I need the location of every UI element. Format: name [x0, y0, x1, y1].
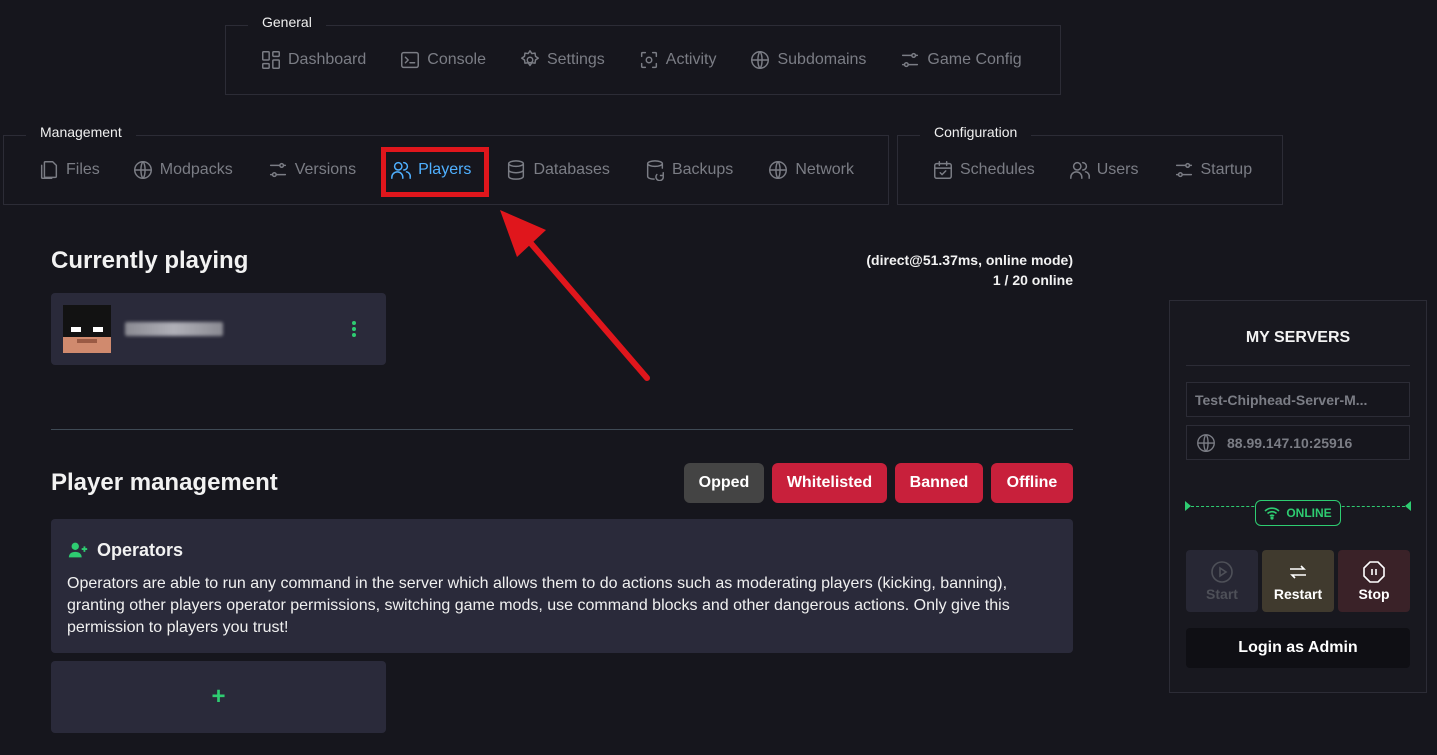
- my-servers-panel: MY SERVERS Test-Chiphead-Server-M... 88.…: [1169, 300, 1427, 693]
- avatar: [63, 305, 111, 353]
- currently-playing-title: Currently playing: [51, 247, 249, 274]
- nav-group-management-legend: Management: [26, 120, 136, 144]
- nav-item-schedules-label: Schedules: [960, 161, 1035, 178]
- nav-item-startup-label: Startup: [1200, 161, 1253, 178]
- more-options-icon[interactable]: [352, 321, 356, 337]
- stop-icon: [1363, 561, 1385, 583]
- restart-label: Restart: [1273, 586, 1323, 602]
- globe-icon: [1197, 433, 1215, 452]
- start-label: Start: [1206, 586, 1238, 602]
- start-button[interactable]: Start: [1186, 550, 1258, 612]
- player-name-redacted: [125, 322, 223, 336]
- console-icon: [401, 51, 420, 69]
- operators-heading: Operators: [67, 539, 1057, 561]
- restart-icon: [1290, 565, 1306, 579]
- nav-item-backups[interactable]: Backups: [644, 159, 733, 181]
- dashboard-icon: [262, 51, 280, 69]
- server-name-field[interactable]: Test-Chiphead-Server-M...: [1186, 382, 1410, 417]
- nav-item-console-label: Console: [427, 51, 486, 68]
- calendar-icon: [934, 161, 952, 179]
- player-management-title: Player management: [51, 469, 278, 496]
- connection-info: (direct@51.37ms, online mode): [866, 252, 1073, 268]
- nav-item-game-config[interactable]: Game Config: [899, 49, 1022, 71]
- nav-item-versions-label: Versions: [294, 161, 357, 178]
- stop-label: Stop: [1358, 586, 1390, 602]
- nav-item-dashboard-label: Dashboard: [288, 51, 367, 68]
- globe-icon: [769, 161, 788, 179]
- operators-title: Operators: [97, 539, 184, 560]
- nav-item-modpacks[interactable]: Modpacks: [132, 159, 233, 181]
- operators-card: Operators Operators are able to run any …: [51, 519, 1073, 653]
- filter-banned-button[interactable]: Banned: [895, 463, 983, 503]
- nav-group-configuration-legend: Configuration: [920, 120, 1032, 144]
- nav-item-game-config-label: Game Config: [927, 51, 1022, 68]
- nav-item-versions[interactable]: Versions: [267, 159, 356, 181]
- database-icon: [508, 160, 525, 180]
- nav-item-dashboard[interactable]: Dashboard: [260, 49, 366, 71]
- online-count: 1 / 20 online: [992, 272, 1073, 288]
- nav-item-network[interactable]: Network: [767, 159, 854, 181]
- nav-group-general: General Dashboard Console Settings Activ…: [225, 10, 1061, 95]
- login-as-admin-button[interactable]: Login as Admin: [1186, 628, 1410, 668]
- files-icon: [40, 161, 58, 179]
- nav-item-subdomains-label: Subdomains: [777, 51, 867, 68]
- filter-opped-button[interactable]: Opped: [684, 463, 764, 503]
- my-servers-title: MY SERVERS: [1245, 329, 1351, 346]
- section-divider: [51, 429, 1073, 430]
- activity-icon: [640, 51, 657, 69]
- nav-item-startup[interactable]: Startup: [1173, 159, 1253, 181]
- globe-icon: [751, 51, 770, 69]
- nav-item-settings-label: Settings: [546, 51, 605, 68]
- nav-item-subdomains[interactable]: Subdomains: [749, 49, 866, 71]
- server-address: 88.99.147.10:25916: [1227, 434, 1353, 451]
- filter-whitelisted-button[interactable]: Whitelisted: [772, 463, 887, 503]
- nav-item-users[interactable]: Users: [1069, 159, 1139, 181]
- users-icon: [1069, 161, 1090, 179]
- filter-offline-button[interactable]: Offline: [991, 463, 1073, 503]
- nav-item-backups-label: Backups: [671, 161, 734, 178]
- status-badge: ONLINE: [1255, 500, 1341, 526]
- backup-icon: [646, 160, 664, 181]
- nav-group-configuration: Configuration Schedules Users Startup: [897, 120, 1283, 205]
- connection-stats: (direct@51.37ms, online mode) 1 / 20 onl…: [866, 250, 1073, 290]
- wifi-icon: [1264, 507, 1280, 520]
- sidebar-divider: [1186, 365, 1410, 366]
- player-card[interactable]: [51, 293, 386, 365]
- add-user-icon: [68, 542, 88, 558]
- nav-item-files[interactable]: Files: [38, 159, 100, 181]
- gear-icon: [521, 50, 539, 67]
- add-operator-button[interactable]: +: [51, 661, 386, 733]
- nav-item-activity[interactable]: Activity: [638, 49, 717, 71]
- globe-icon: [133, 161, 152, 179]
- nav-item-modpacks-label: Modpacks: [159, 161, 233, 178]
- sliders-icon: [902, 52, 919, 68]
- nav-group-general-legend: General: [248, 10, 326, 34]
- status-text: ONLINE: [1286, 506, 1332, 520]
- nav-item-databases[interactable]: Databases: [505, 159, 610, 181]
- sliders-icon: [269, 162, 286, 178]
- play-icon: [1211, 561, 1233, 583]
- sliders-icon: [1175, 162, 1192, 178]
- nav-item-activity-label: Activity: [665, 51, 717, 68]
- stop-button[interactable]: Stop: [1338, 550, 1410, 612]
- players-highlight-box: [381, 147, 489, 197]
- nav-item-console[interactable]: Console: [399, 49, 486, 71]
- restart-button[interactable]: Restart: [1262, 550, 1334, 612]
- server-address-field[interactable]: 88.99.147.10:25916: [1186, 425, 1410, 460]
- operators-description: Operators are able to run any command in…: [67, 575, 1010, 636]
- nav-item-settings[interactable]: Settings: [519, 49, 605, 71]
- nav-item-users-label: Users: [1096, 161, 1139, 178]
- nav-item-schedules[interactable]: Schedules: [932, 159, 1035, 181]
- nav-item-databases-label: Databases: [533, 161, 610, 178]
- nav-item-network-label: Network: [795, 161, 854, 178]
- nav-item-files-label: Files: [66, 161, 100, 178]
